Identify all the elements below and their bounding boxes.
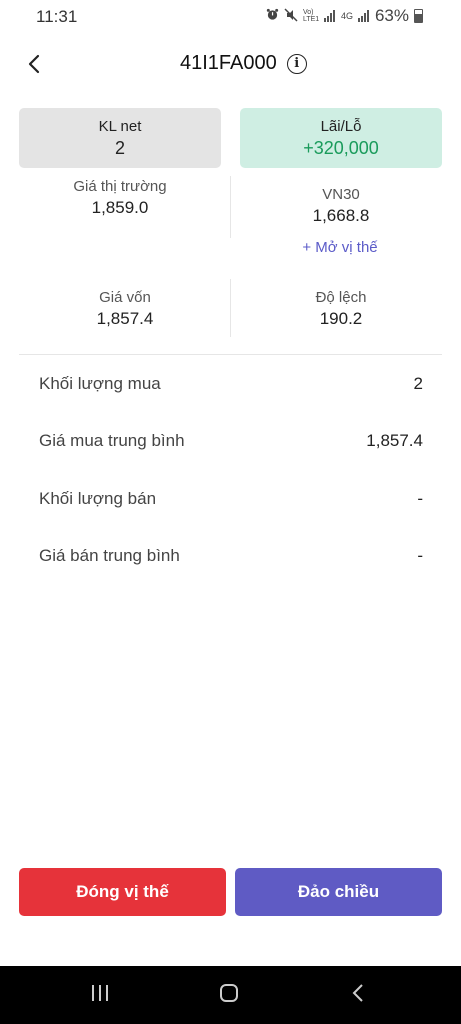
page-title: 41I1FA000 (180, 52, 277, 74)
home-button[interactable] (219, 983, 239, 1008)
market-price-value: 1,859.0 (91, 198, 149, 217)
divider-vertical-1 (230, 176, 231, 238)
home-icon (220, 984, 238, 1002)
back-button[interactable] (20, 50, 48, 78)
deviation-label: Độ lệch (315, 289, 367, 306)
chevron-left-icon (28, 54, 40, 74)
recent-apps-button[interactable] (90, 983, 110, 1008)
status-icons: Vo) LTE1 4G 63% (266, 6, 423, 26)
deviation-value: 190.2 (319, 309, 363, 328)
deviation-stat: Độ lệch 190.2 (236, 289, 446, 329)
market-price-label: Giá thị trường (73, 178, 167, 195)
detail-value: - (417, 546, 423, 565)
back-icon (352, 984, 363, 1002)
kl-net-label: KL net (98, 118, 142, 135)
detail-row-buy-volume: Khối lượng mua 2 (39, 374, 423, 394)
detail-row-sell-volume: Khối lượng bán - (39, 489, 423, 509)
market-price-stat: Giá thị trường 1,859.0 (15, 178, 225, 218)
alarm-icon (266, 8, 279, 24)
detail-row-avg-buy-price: Giá mua trung bình 1,857.4 (39, 431, 423, 451)
battery-icon (414, 9, 423, 23)
signal-icon (323, 10, 336, 22)
cost-price-label: Giá vốn (99, 289, 151, 306)
kl-net-card: KL net 2 (19, 108, 221, 168)
vn30-label: VN30 (322, 186, 360, 203)
divider-vertical-2 (230, 279, 231, 337)
detail-row-avg-sell-price: Giá bán trung bình - (39, 546, 423, 566)
reverse-position-button[interactable]: Đảo chiều (235, 868, 442, 916)
system-nav-bar (0, 966, 461, 1024)
detail-label: Khối lượng bán (39, 489, 157, 508)
mute-icon (284, 7, 298, 25)
vn30-value: 1,668.8 (312, 206, 370, 225)
status-bar: 11:31 Vo) LTE1 4G 63% (0, 0, 461, 34)
network-label: Vo) LTE1 (302, 9, 320, 23)
detail-label: Giá bán trung bình (39, 546, 180, 565)
header: 41I1FA000 i (0, 40, 461, 90)
profit-loss-label: Lãi/Lỗ (320, 118, 362, 135)
detail-value: 1,857.4 (366, 431, 423, 450)
status-time: 11:31 (36, 7, 78, 26)
detail-label: Khối lượng mua (39, 374, 161, 393)
title-wrap: 41I1FA000 i (180, 52, 307, 75)
open-position-link[interactable]: + Mở vị thế (250, 239, 430, 256)
cost-price-value: 1,857.4 (96, 309, 154, 328)
detail-value: 2 (413, 374, 423, 393)
cost-price-stat: Giá vốn 1,857.4 (20, 289, 230, 329)
divider-horizontal (19, 354, 442, 355)
detail-label: Giá mua trung bình (39, 431, 185, 450)
system-back-button[interactable] (350, 983, 366, 1008)
kl-net-value: 2 (114, 138, 125, 158)
info-icon[interactable]: i (286, 53, 307, 74)
recent-apps-icon (92, 985, 108, 1001)
battery-percent: 63% (374, 6, 409, 25)
signal-icon-2 (357, 10, 370, 22)
profit-loss-card: Lãi/Lỗ +320,000 (240, 108, 442, 168)
detail-value: - (417, 489, 423, 508)
vn30-stat: VN30 1,668.8 (236, 186, 446, 226)
close-position-button[interactable]: Đóng vị thế (19, 868, 226, 916)
data-label: 4G (340, 11, 353, 21)
profit-loss-value: +320,000 (303, 138, 379, 158)
